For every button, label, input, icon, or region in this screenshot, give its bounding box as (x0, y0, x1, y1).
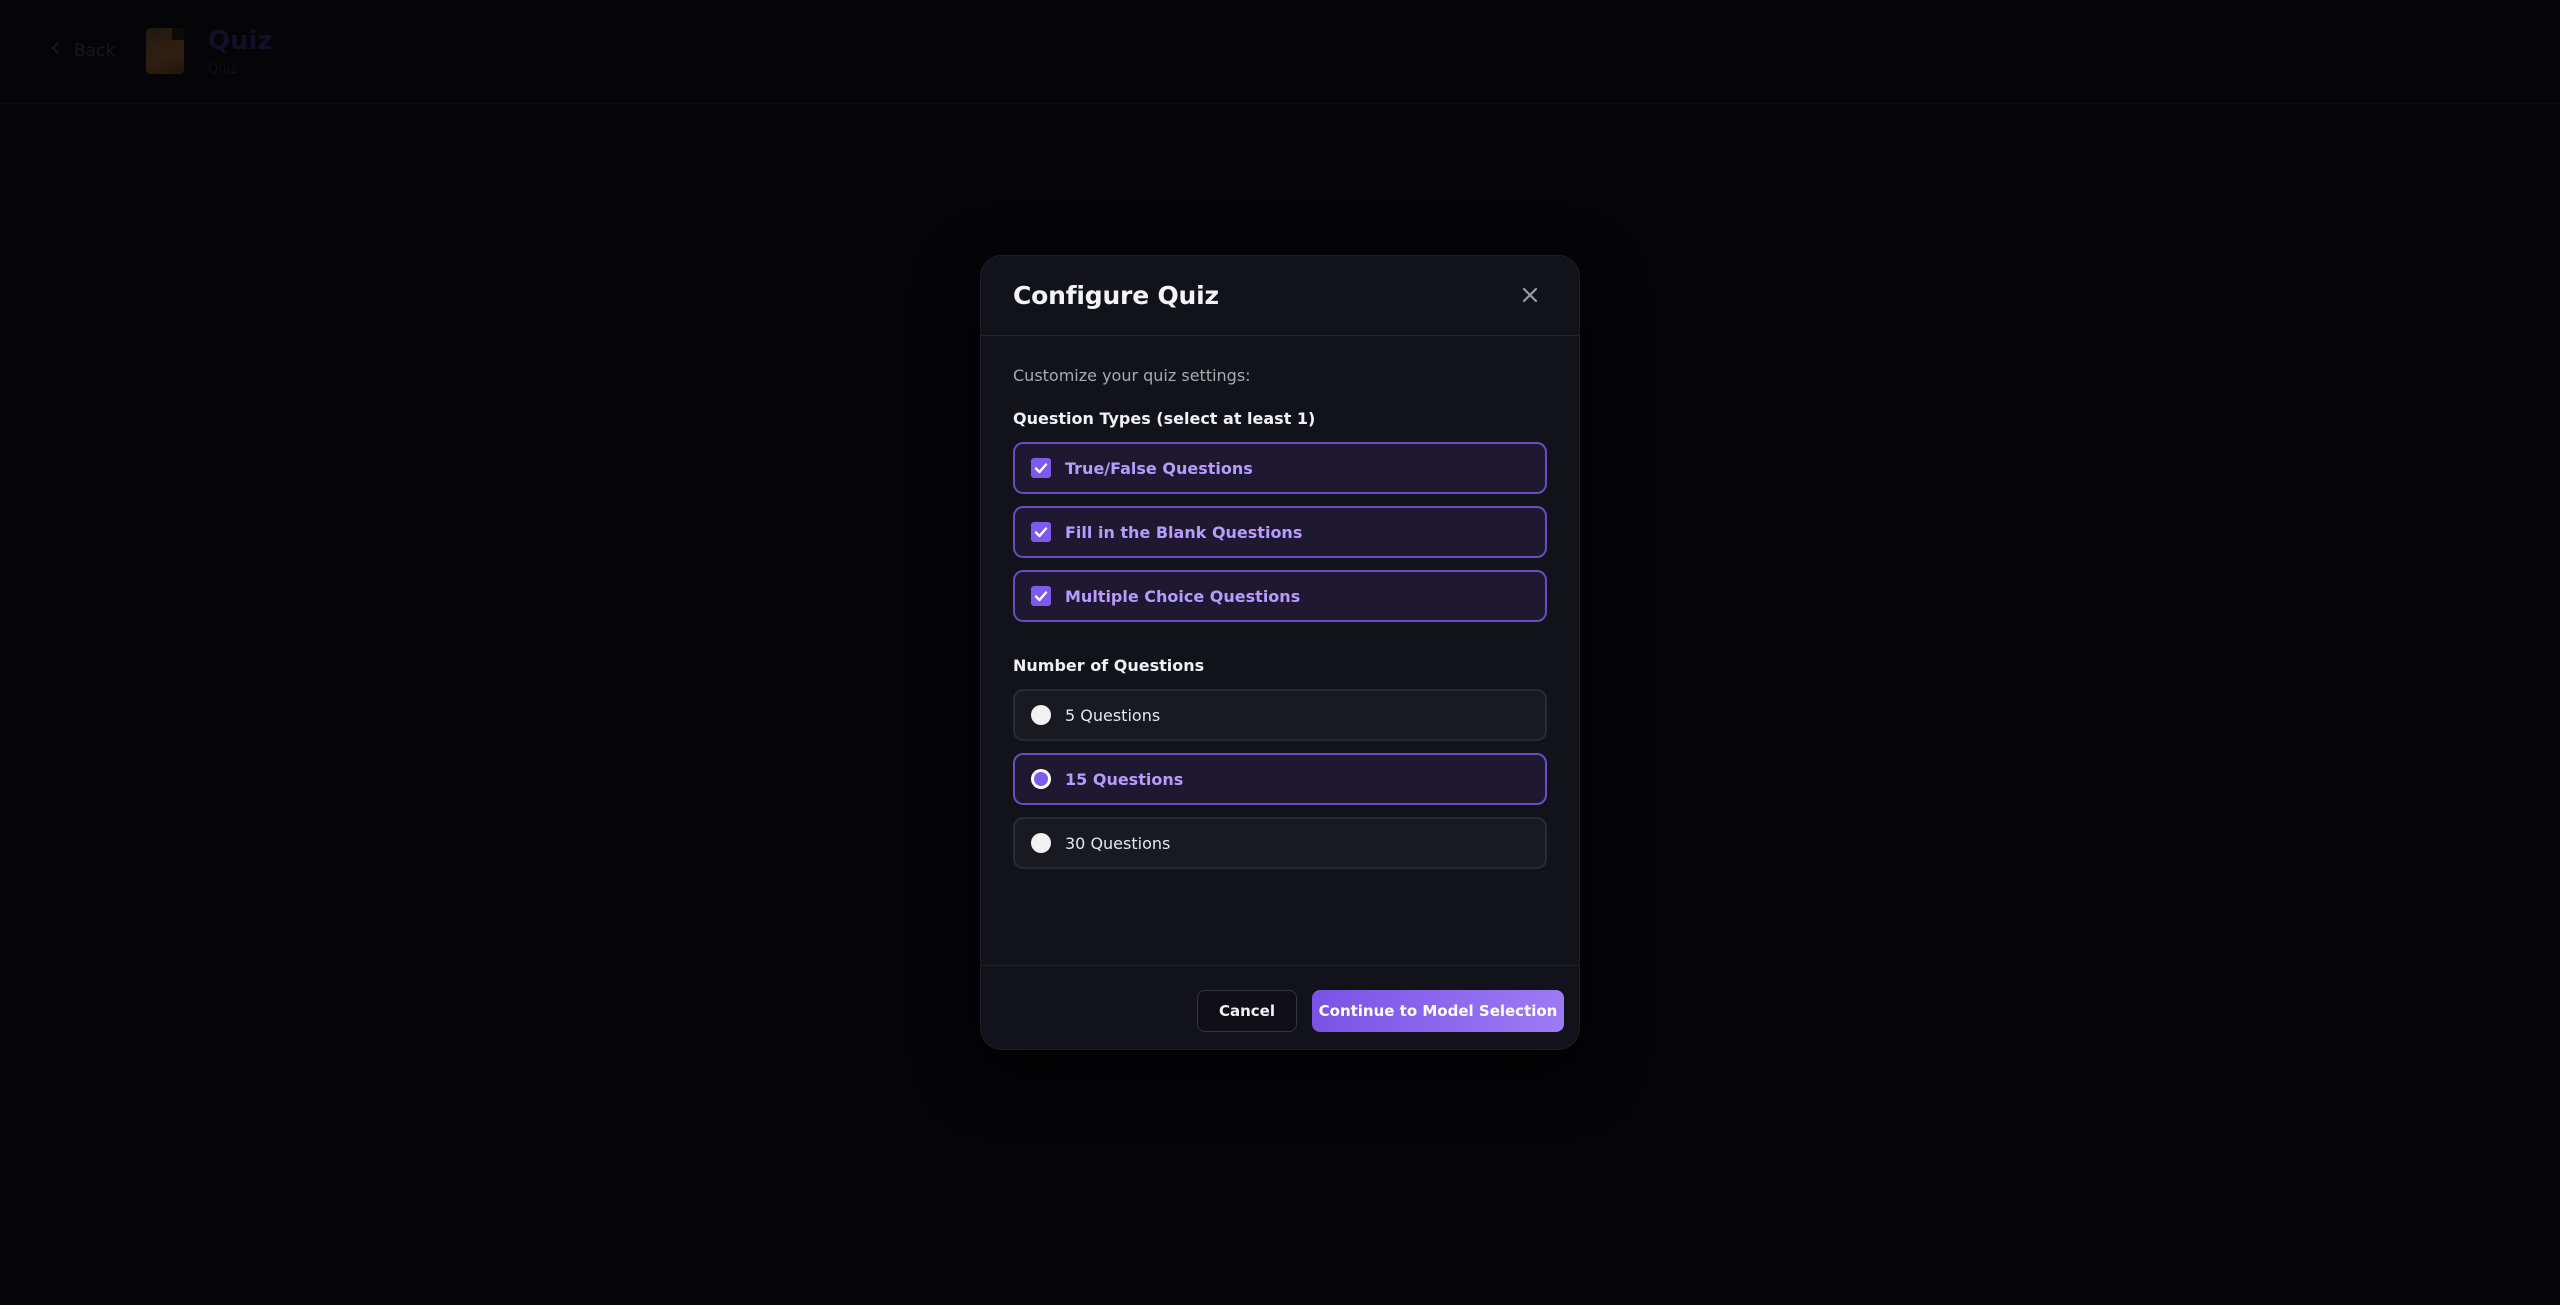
cancel-button[interactable]: Cancel (1197, 990, 1297, 1032)
check-icon (1034, 527, 1048, 538)
check-icon (1034, 591, 1048, 602)
option-15-questions[interactable]: 15 Questions (1013, 753, 1547, 805)
option-label: Fill in the Blank Questions (1065, 522, 1303, 542)
option-multiple-choice[interactable]: Multiple Choice Questions (1013, 570, 1547, 622)
option-label: 30 Questions (1065, 833, 1171, 853)
checkbox-checked[interactable] (1031, 586, 1051, 606)
option-label: Multiple Choice Questions (1065, 586, 1301, 606)
radio-button[interactable] (1031, 833, 1051, 853)
modal-header: Configure Quiz (981, 256, 1579, 336)
close-icon (1522, 287, 1538, 303)
option-30-questions[interactable]: 30 Questions (1013, 817, 1547, 869)
configure-quiz-modal: Configure Quiz Customize your quiz setti… (980, 255, 1580, 1050)
option-fill-in-the-blank[interactable]: Fill in the Blank Questions (1013, 506, 1547, 558)
checkbox-checked[interactable] (1031, 522, 1051, 542)
option-true-false[interactable]: True/False Questions (1013, 442, 1547, 494)
radio-button-selected[interactable] (1031, 769, 1051, 789)
intro-text: Customize your quiz settings: (1013, 366, 1251, 385)
modal-title: Configure Quiz (1013, 281, 1219, 310)
question-count-label: Number of Questions (1013, 656, 1205, 675)
radio-button[interactable] (1031, 705, 1051, 725)
option-label: 5 Questions (1065, 705, 1161, 725)
option-label: True/False Questions (1065, 458, 1253, 478)
question-types-label: Question Types (select at least 1) (1013, 409, 1316, 428)
continue-button[interactable]: Continue to Model Selection (1312, 990, 1564, 1032)
modal-body: Customize your quiz settings: Question T… (981, 366, 1579, 869)
option-5-questions[interactable]: 5 Questions (1013, 689, 1547, 741)
check-icon (1034, 463, 1048, 474)
option-label: 15 Questions (1065, 769, 1184, 789)
modal-footer: Cancel Continue to Model Selection (981, 965, 1579, 1049)
checkbox-checked[interactable] (1031, 458, 1051, 478)
close-button[interactable] (1517, 282, 1543, 308)
